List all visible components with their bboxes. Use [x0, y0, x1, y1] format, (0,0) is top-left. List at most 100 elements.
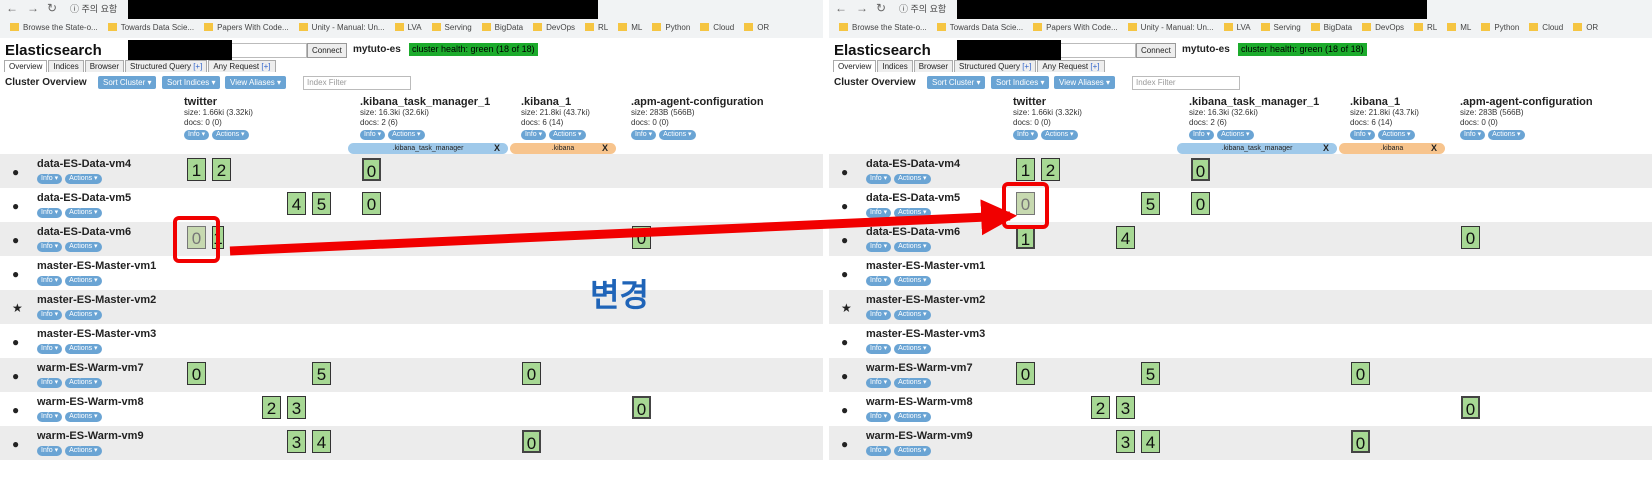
bookmark-item[interactable]: ML — [618, 23, 642, 32]
bookmark-item[interactable]: Cloud — [700, 23, 734, 32]
sort-indices-button[interactable]: Sort Indices ▾ — [162, 76, 221, 89]
bookmark-item[interactable]: Towards Data Scie... — [936, 23, 1023, 32]
index-info-button[interactable]: Info ▾ — [521, 130, 547, 140]
bookmark-item[interactable]: Browse the State-o... — [10, 23, 98, 32]
tab-any-request[interactable]: Any Request [+] — [208, 60, 276, 72]
bookmark-item[interactable]: Python — [1481, 23, 1519, 32]
connect-button[interactable]: Connect — [1136, 43, 1176, 58]
node-actions-button[interactable]: Actions ▾ — [894, 412, 931, 422]
shard-box[interactable]: 1 — [1016, 158, 1035, 181]
index-actions-button[interactable]: Actions ▾ — [388, 130, 425, 140]
shard-box[interactable]: 0 — [1351, 430, 1370, 453]
node-info-button[interactable]: Info ▾ — [866, 412, 892, 422]
index-filter-input[interactable]: Index Filter — [303, 76, 411, 90]
tab-browser[interactable]: Browser — [84, 60, 125, 72]
index-info-button[interactable]: Info ▾ — [1189, 130, 1215, 140]
node-info-button[interactable]: Info ▾ — [866, 344, 892, 354]
forward-icon[interactable]: → — [27, 1, 39, 15]
bookmark-item[interactable]: DevOps — [1362, 23, 1404, 32]
index-actions-button[interactable]: Actions ▾ — [212, 130, 249, 140]
bookmark-item[interactable]: BigData — [481, 23, 523, 32]
tab-structured-query[interactable]: Structured Query [+] — [954, 60, 1037, 72]
shard-box[interactable]: 2 — [262, 396, 281, 419]
shard-box[interactable]: 0 — [522, 362, 541, 385]
shard-box[interactable]: 0 — [632, 396, 651, 419]
tab-indices[interactable]: Indices — [877, 60, 913, 72]
shard-box[interactable]: 4 — [1116, 226, 1135, 249]
shard-box[interactable]: 1 — [1016, 226, 1035, 249]
node-actions-button[interactable]: Actions ▾ — [65, 242, 102, 252]
index-info-button[interactable]: Info ▾ — [1350, 130, 1376, 140]
shard-box[interactable]: 5 — [312, 192, 331, 215]
node-actions-button[interactable]: Actions ▾ — [65, 174, 102, 184]
connect-button[interactable]: Connect — [307, 43, 347, 58]
shard-box[interactable]: 2 — [1091, 396, 1110, 419]
shard-box[interactable]: 0 — [522, 430, 541, 453]
shard-box[interactable]: 0 — [187, 362, 206, 385]
shard-box[interactable]: 5 — [1141, 192, 1160, 215]
node-info-button[interactable]: Info ▾ — [866, 378, 892, 388]
tab-structured-query[interactable]: Structured Query [+] — [125, 60, 208, 72]
reload-icon[interactable]: ↻ — [47, 1, 57, 15]
bookmark-item[interactable]: Papers With Code... — [1033, 23, 1118, 32]
node-info-button[interactable]: Info ▾ — [37, 174, 63, 184]
shard-box[interactable]: 4 — [1141, 430, 1160, 453]
node-actions-button[interactable]: Actions ▾ — [894, 276, 931, 286]
node-info-button[interactable]: Info ▾ — [37, 378, 63, 388]
shard-box[interactable]: 0 — [1016, 362, 1035, 385]
index-info-button[interactable]: Info ▾ — [631, 130, 657, 140]
node-info-button[interactable]: Info ▾ — [37, 412, 63, 422]
shard-box[interactable]: 0 — [1191, 158, 1210, 181]
bookmark-item[interactable]: Serving — [1260, 23, 1301, 32]
index-info-button[interactable]: Info ▾ — [1460, 130, 1486, 140]
bookmark-item[interactable]: Papers With Code... — [204, 23, 289, 32]
node-actions-button[interactable]: Actions ▾ — [894, 378, 931, 388]
shard-box[interactable]: 3 — [287, 430, 306, 453]
bookmark-item[interactable]: Towards Data Scie... — [107, 23, 194, 32]
index-actions-button[interactable]: Actions ▾ — [1217, 130, 1254, 140]
index-info-button[interactable]: Info ▾ — [360, 130, 386, 140]
shard-box[interactable]: 5 — [312, 362, 331, 385]
shard-box[interactable]: 3 — [1116, 430, 1135, 453]
shard-box[interactable]: 0 — [1461, 226, 1480, 249]
shard-box[interactable]: 0 — [1461, 396, 1480, 419]
node-info-button[interactable]: Info ▾ — [866, 208, 892, 218]
node-info-button[interactable]: Info ▾ — [866, 242, 892, 252]
bookmark-item[interactable]: Unity - Manual: Un... — [298, 23, 385, 32]
node-actions-button[interactable]: Actions ▾ — [894, 344, 931, 354]
alias-close-icon[interactable]: X — [1431, 143, 1437, 154]
node-info-button[interactable]: Info ▾ — [866, 174, 892, 184]
forward-icon[interactable]: → — [856, 1, 868, 15]
bookmark-item[interactable]: Cloud — [1529, 23, 1563, 32]
shard-box[interactable]: 0 — [362, 192, 381, 215]
node-actions-button[interactable]: Actions ▾ — [65, 276, 102, 286]
node-info-button[interactable]: Info ▾ — [866, 276, 892, 286]
index-filter-input[interactable]: Index Filter — [1132, 76, 1240, 90]
security-indicator[interactable]: ⓘ 주의 요함 — [70, 2, 117, 15]
index-info-button[interactable]: Info ▾ — [1013, 130, 1039, 140]
node-actions-button[interactable]: Actions ▾ — [894, 174, 931, 184]
tab-overview[interactable]: Overview — [833, 60, 877, 72]
alias-close-icon[interactable]: X — [494, 143, 500, 154]
shard-box[interactable]: 1 — [187, 158, 206, 181]
shard-box[interactable]: 0 — [632, 226, 651, 249]
bookmark-item[interactable]: BigData — [1310, 23, 1352, 32]
shard-box[interactable]: 2 — [212, 158, 231, 181]
shard-box[interactable]: 2 — [1041, 158, 1060, 181]
node-info-button[interactable]: Info ▾ — [37, 310, 63, 320]
node-info-button[interactable]: Info ▾ — [37, 208, 63, 218]
node-actions-button[interactable]: Actions ▾ — [65, 208, 102, 218]
tab-indices[interactable]: Indices — [48, 60, 84, 72]
bookmark-item[interactable]: LVA — [394, 23, 422, 32]
sort-cluster-button[interactable]: Sort Cluster ▾ — [927, 76, 986, 89]
node-info-button[interactable]: Info ▾ — [37, 276, 63, 286]
index-actions-button[interactable]: Actions ▾ — [1041, 130, 1078, 140]
node-actions-button[interactable]: Actions ▾ — [894, 446, 931, 456]
node-actions-button[interactable]: Actions ▾ — [65, 378, 102, 388]
index-actions-button[interactable]: Actions ▾ — [549, 130, 586, 140]
sort-cluster-button[interactable]: Sort Cluster ▾ — [98, 76, 157, 89]
tab-any-request[interactable]: Any Request [+] — [1037, 60, 1105, 72]
shard-box[interactable]: 0 — [362, 158, 381, 181]
shard-box[interactable]: 5 — [1141, 362, 1160, 385]
node-actions-button[interactable]: Actions ▾ — [65, 446, 102, 456]
